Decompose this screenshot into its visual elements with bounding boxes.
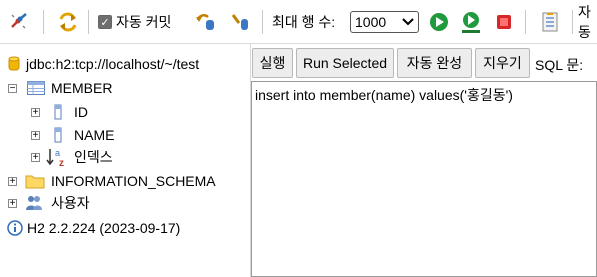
stop-icon xyxy=(497,15,511,29)
commit-button[interactable] xyxy=(230,0,252,44)
toolbar-trailing-label: 자동 xyxy=(578,0,597,44)
version-text: H2 2.2.224 (2023-09-17) xyxy=(27,220,181,236)
tree-connection[interactable]: jdbc:h2:tcp://localhost/~/test xyxy=(8,54,199,74)
tree-indexes[interactable]: + a z 인덱스 xyxy=(31,147,113,167)
max-rows-value: 1000 xyxy=(355,14,387,30)
tree-information-schema[interactable]: + INFORMATION_SCHEMA xyxy=(8,171,216,191)
expand-toggle[interactable]: + xyxy=(31,130,40,140)
sort-index-icon: a z xyxy=(46,148,64,167)
sql-label: SQL 문: xyxy=(535,57,584,73)
schema-name: INFORMATION_SCHEMA xyxy=(51,173,216,189)
run-selected-icon xyxy=(462,12,480,33)
column-name: ID xyxy=(74,104,88,120)
column-name: NAME xyxy=(74,127,115,143)
autocommit-checkbox[interactable]: ✓ xyxy=(98,15,112,29)
table-icon xyxy=(27,81,45,95)
run-selected-button[interactable] xyxy=(459,0,483,44)
tree-column-id[interactable]: + ID xyxy=(31,102,88,122)
history-icon xyxy=(542,12,558,32)
rollback-icon xyxy=(196,14,214,30)
toolbar: ✓ 자동 커밋 최대 행 수: 1000 자동 xyxy=(0,0,597,44)
disconnect-button[interactable] xyxy=(8,0,30,44)
column-icon xyxy=(54,127,62,143)
table-name: MEMBER xyxy=(51,80,113,96)
connection-url: jdbc:h2:tcp://localhost/~/test xyxy=(26,56,200,72)
column-icon xyxy=(54,104,62,120)
expand-toggle[interactable]: + xyxy=(8,176,17,186)
run-button[interactable] xyxy=(428,0,450,44)
rollback-button[interactable] xyxy=(195,0,217,44)
svg-text:a: a xyxy=(55,148,60,158)
expand-toggle[interactable]: + xyxy=(8,198,17,208)
max-rows-select[interactable]: 1000 xyxy=(350,11,419,33)
indexes-label: 인덱스 xyxy=(74,149,113,165)
expand-toggle[interactable]: + xyxy=(31,152,40,162)
refresh-icon xyxy=(59,12,77,32)
collapse-toggle[interactable]: − xyxy=(8,83,17,93)
autocomplete-button[interactable]: 자동 완성 xyxy=(397,48,472,78)
stop-button[interactable] xyxy=(494,0,514,44)
tree-version: H2 2.2.224 (2023-09-17) xyxy=(7,218,180,238)
play-icon xyxy=(430,13,448,31)
run-selected-text-button[interactable]: Run Selected xyxy=(296,48,394,78)
chevron-down-icon xyxy=(402,18,414,26)
users-label: 사용자 xyxy=(51,195,90,211)
autocommit-label: 자동 커밋 xyxy=(116,14,172,30)
max-rows-control: 1000 xyxy=(350,0,419,44)
tree-users[interactable]: + 사용자 xyxy=(8,193,90,213)
users-icon xyxy=(26,196,42,210)
commit-icon xyxy=(231,14,248,30)
database-icon xyxy=(8,56,20,71)
svg-text:z: z xyxy=(59,158,64,167)
clear-button[interactable]: 지우기 xyxy=(475,48,530,78)
max-rows-label: 최대 행 수: xyxy=(272,0,335,44)
refresh-button[interactable] xyxy=(57,0,79,44)
trailing-text: 자동 xyxy=(578,4,591,40)
history-button[interactable] xyxy=(540,0,560,44)
autocommit-toggle[interactable]: ✓ 자동 커밋 xyxy=(98,0,171,44)
max-rows-text: 최대 행 수: xyxy=(272,14,336,30)
disconnect-icon xyxy=(11,13,27,29)
expand-toggle[interactable]: + xyxy=(31,107,40,117)
execute-button[interactable]: 실행 xyxy=(252,48,293,78)
folder-icon xyxy=(25,175,45,189)
sql-editor[interactable]: insert into member(name) values('홍길동') xyxy=(251,81,597,277)
schema-tree: jdbc:h2:tcp://localhost/~/test − MEMBER … xyxy=(0,44,251,277)
tree-table-member[interactable]: − MEMBER xyxy=(8,78,112,98)
info-icon xyxy=(7,220,23,236)
tree-column-name[interactable]: + NAME xyxy=(31,125,114,145)
sql-text: insert into member(name) values('홍길동') xyxy=(255,87,513,103)
